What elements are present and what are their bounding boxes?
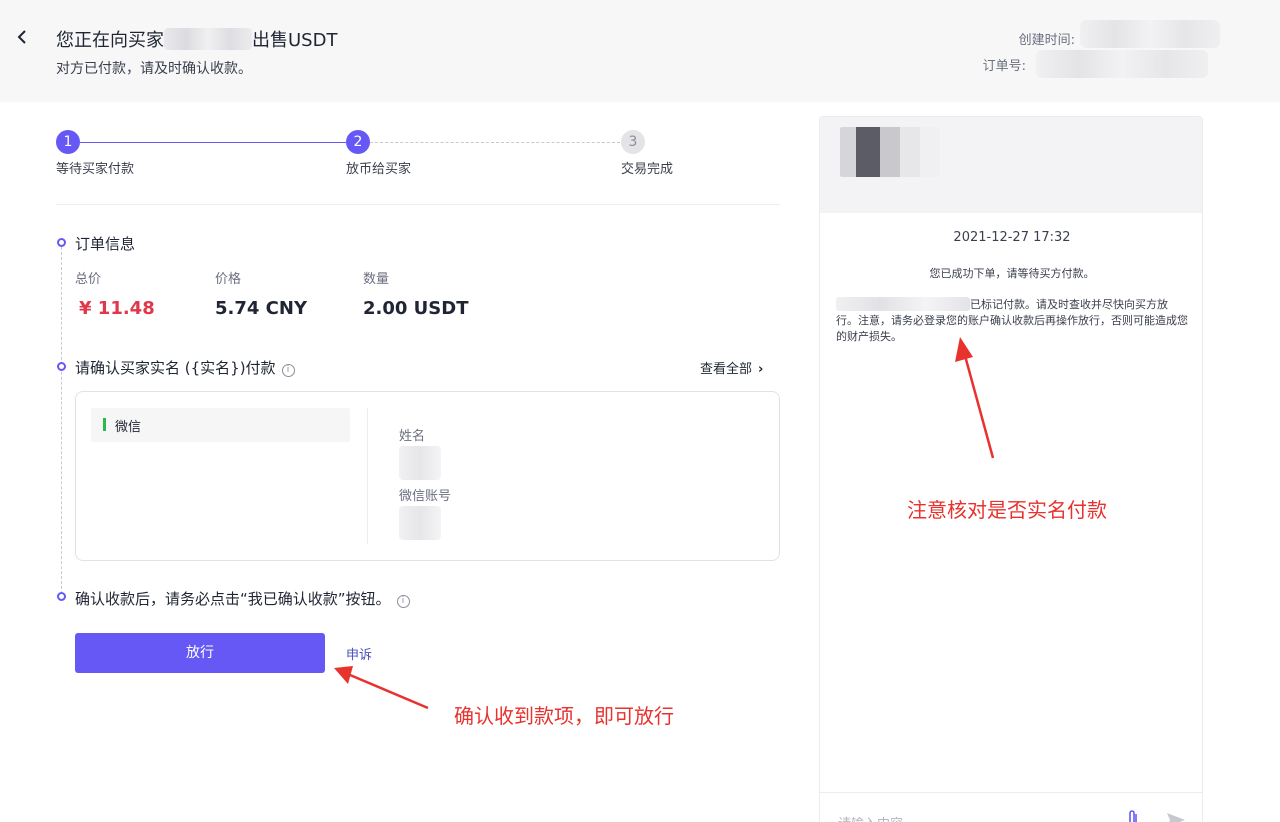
steps-divider [56, 204, 780, 205]
step-connector-1 [80, 142, 346, 143]
payment-card-divider [367, 408, 368, 544]
payment-method-tab-wechat[interactable]: 微信 [91, 408, 350, 442]
annotation-release: 确认收到款项，即可放行 [454, 704, 674, 728]
chat-input[interactable]: 请输入内容 [838, 813, 903, 822]
appeal-link[interactable]: 申诉 [346, 644, 372, 663]
attachment-icon[interactable] [1126, 809, 1140, 822]
step-1-label: 等待买家付款 [56, 162, 135, 177]
timeline-dot-payment [57, 362, 66, 371]
wechat-indicator-bar [103, 418, 106, 431]
step-2-label: 放币给买家 [346, 162, 412, 177]
view-all-link[interactable]: 查看全部 › [700, 358, 763, 377]
timeline-dot-confirm [57, 592, 66, 601]
wechat-account-label: 微信账号 [399, 489, 452, 504]
chat-panel: 2021-12-27 17:32 您已成功下单，请等待买方付款。 已标记付款。请… [819, 116, 1203, 822]
page-title: 您正在向买家 出售USDT [56, 26, 337, 52]
chat-payment-message: 已标记付款。请及时查收并尽快向买方放行。注意，请务必登录您的账户确认收款后再操作… [836, 297, 1188, 345]
step-1-number: 1 [56, 130, 80, 154]
step-3-number: 3 [621, 130, 645, 154]
page-subtitle: 对方已付款，请及时确认收款。 [56, 61, 252, 77]
confirm-note-text: 确认收款后，请务必点击“我已确认收款”按钮。 [75, 590, 391, 608]
title-prefix: 您正在向买家 [56, 30, 164, 51]
timeline-line [61, 247, 62, 599]
quantity-label: 数量 [363, 272, 390, 287]
release-button[interactable]: 放行 [75, 633, 325, 673]
send-icon[interactable] [1166, 811, 1186, 822]
step-2-number: 2 [346, 130, 370, 154]
back-arrow-icon[interactable] [12, 26, 32, 48]
order-info-title: 订单信息 [75, 235, 136, 253]
chevron-right-icon: › [758, 362, 764, 377]
price-value: 5.74 CNY [215, 298, 307, 319]
counterparty-avatar-redacted [840, 127, 940, 177]
step-3-label: 交易完成 [621, 162, 674, 177]
payment-method-label: 微信 [115, 420, 142, 435]
order-header: 您正在向买家 出售USDT 对方已付款，请及时确认收款。 创建时间: 订单号: [0, 0, 1280, 102]
chat-header [820, 117, 1202, 213]
payment-section-title: 请确认买家实名 ({实名})付款 i [75, 357, 295, 378]
confirm-note: 确认收款后，请务必点击“我已确认收款”按钮。 i [75, 588, 410, 609]
created-time-redacted [1080, 20, 1220, 48]
arrow-to-release-button [334, 666, 429, 710]
buyer-name-redacted [164, 28, 252, 50]
order-number-label: 订单号: [982, 59, 1026, 74]
timeline-dot-order [57, 238, 66, 247]
order-number-redacted [1036, 50, 1208, 78]
wechat-account-redacted [399, 506, 441, 540]
quantity-value: 2.00 USDT [363, 298, 469, 319]
progress-steps: 1 等待买家付款 2 放币给买家 3 交易完成 [56, 130, 780, 180]
name-label: 姓名 [399, 429, 426, 444]
buyer-name-redacted [836, 297, 970, 311]
created-time-label: 创建时间: [1018, 33, 1075, 48]
annotation-verify: 注意核对是否实名付款 [907, 498, 1107, 522]
payment-title-text: 请确认买家实名 ({实名})付款 [75, 359, 276, 377]
view-all-label: 查看全部 [700, 362, 753, 377]
price-label: 价格 [215, 272, 242, 287]
title-suffix: 出售USDT [252, 30, 338, 51]
chat-timestamp: 2021-12-27 17:32 [953, 230, 1071, 245]
step-connector-2 [370, 142, 620, 143]
info-icon[interactable]: i [396, 595, 410, 608]
info-icon[interactable]: i [281, 364, 295, 377]
name-redacted [399, 446, 441, 480]
chat-input-divider [820, 792, 1202, 793]
total-label: 总价 [75, 272, 102, 287]
chat-system-message: 您已成功下单，请等待买方付款。 [929, 267, 1095, 280]
total-value: ¥ 11.48 [79, 298, 155, 319]
